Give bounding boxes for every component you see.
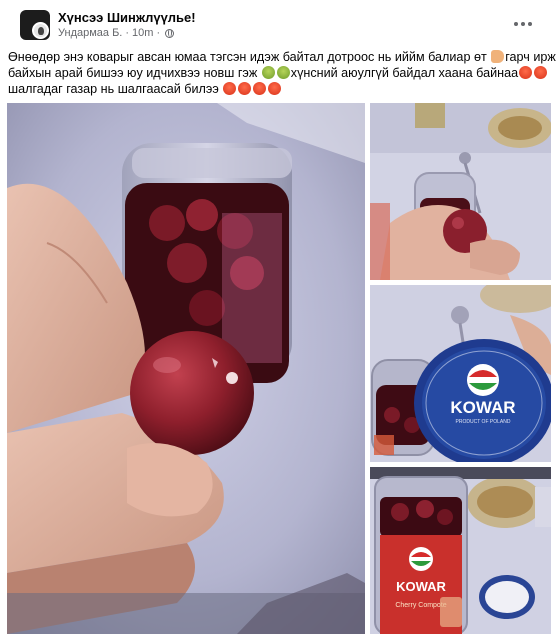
angry-emoji-icon [519, 66, 533, 79]
text-span: байхын арай бишээ юу идчихвээ новш гэж [8, 66, 258, 80]
post-meta: Ундармаа Б. · 10m · [58, 27, 175, 39]
more-dot [528, 22, 532, 26]
nauseated-emoji-icon [276, 66, 290, 79]
nauseated-emoji-icon [261, 66, 275, 79]
more-options-button[interactable] [508, 13, 538, 35]
author-name-link[interactable]: Ундармаа Б. [58, 27, 122, 39]
angry-emoji-icon [253, 82, 267, 95]
meta-separator-2: · [156, 27, 161, 39]
hand-emoji-icon [491, 50, 505, 63]
lid-sub-text: PRODUCT OF POLAND [456, 419, 511, 425]
more-options-icon [514, 22, 518, 26]
post-text-line-1: Өнөөдөр энэ коварыг авсан юмаа тэгсэн ид… [8, 49, 556, 65]
angry-emoji-icon [268, 82, 282, 95]
group-name-link[interactable]: Хүнсээ Шинжлүүлье! [58, 10, 196, 25]
facebook-post: Хүнсээ Шинжлүүлье! Ундармаа Б. · 10m · Ө… [0, 0, 558, 638]
post-text-line-3: шалгадаг газар нь шалгаасай билээ [8, 81, 553, 97]
photo-cherry-closeup[interactable] [7, 103, 365, 634]
text-span: Өнөөдөр энэ коварыг авсан юмаа тэгсэн ид… [8, 50, 487, 64]
post-timestamp[interactable]: 10m [132, 27, 153, 39]
kowar-lid-image: KOWAR PRODUCT OF POLAND [370, 285, 551, 462]
jar-brand-text: KOWAR [396, 579, 446, 594]
angry-emoji-icon [223, 82, 237, 95]
more-dot [521, 22, 525, 26]
post-body-text: Өнөөдөр энэ коварыг авсан юмаа тэгсэн ид… [8, 49, 556, 97]
photo-kowar-lid[interactable]: KOWAR PRODUCT OF POLAND [370, 285, 551, 462]
kowar-jar-image: KOWAR Cherry Compote [370, 467, 551, 634]
angry-emoji-icon [238, 82, 252, 95]
post-text-line-2: байхын арай бишээ юу идчихвээ новш гэж х… [8, 65, 553, 81]
lid-brand-text: KOWAR [450, 398, 515, 417]
photo-gallery: KOWAR PRODUCT OF POLAND KOWAR Cherry Com… [7, 103, 551, 634]
text-span: гарч ирж [505, 50, 556, 64]
group-avatar[interactable] [20, 10, 50, 40]
jar-label-text: Cherry Compote [395, 602, 446, 609]
angry-emoji-icon [534, 66, 548, 79]
post-header: Хүнсээ Шинжлүүлье! Ундармаа Б. · 10m · [0, 0, 558, 44]
photo-cherry-hand[interactable] [370, 103, 551, 280]
meta-separator: · [125, 27, 130, 39]
cherry-closeup-image [7, 103, 365, 634]
photo-kowar-jar[interactable]: KOWAR Cherry Compote [370, 467, 551, 634]
text-span: шалгадаг газар нь шалгаасай билээ [8, 82, 219, 96]
text-span: хүнсний аюулгүй байдал хаана байнаа [290, 66, 519, 80]
cherry-hand-image [370, 103, 551, 280]
author-avatar[interactable] [32, 22, 49, 39]
globe-icon [165, 28, 175, 38]
